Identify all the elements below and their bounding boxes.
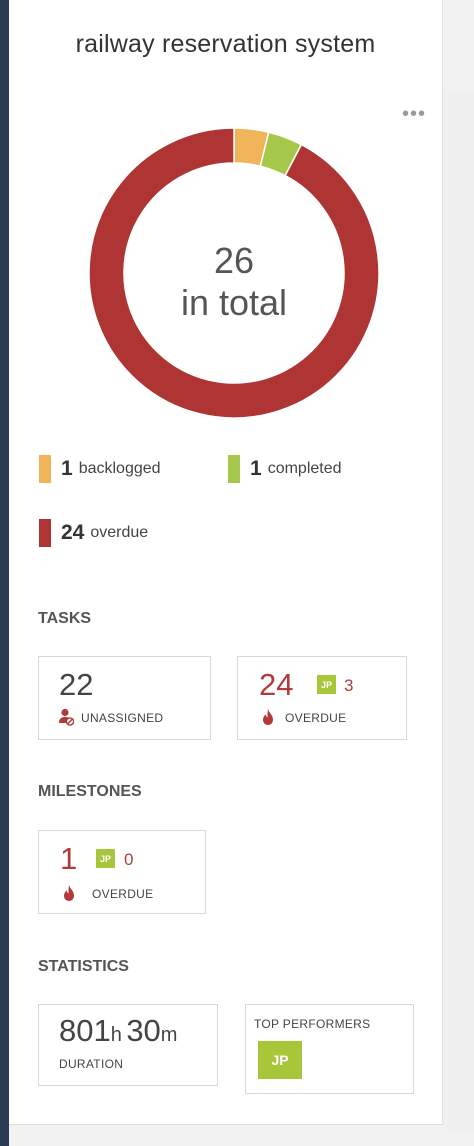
- overdue-milestones-tile[interactable]: 1 JP 0 OVERDUE: [38, 830, 206, 914]
- duration-minutes: 30: [126, 1013, 161, 1048]
- duration-label: DURATION: [59, 1057, 124, 1071]
- overdue-tasks-tile[interactable]: 24 JP 3 OVERDUE: [237, 656, 407, 740]
- total-count: 26: [213, 240, 255, 281]
- more-horizontal-icon[interactable]: •••: [402, 104, 430, 124]
- backlogged-swatch: [39, 455, 51, 483]
- milestones-heading: MILESTONES: [38, 783, 142, 800]
- backlogged-count: 1: [61, 457, 73, 480]
- overdue-milestones-label: OVERDUE: [92, 887, 154, 901]
- legend-backlogged[interactable]: 1 backlogged: [39, 455, 161, 483]
- unassigned-label: UNASSIGNED: [81, 711, 164, 725]
- donut-center: 26 in total: [89, 240, 379, 324]
- overdue-label: overdue: [90, 524, 149, 541]
- overdue-tasks-count: 24: [259, 667, 294, 702]
- duration-hours-unit: h: [110, 1024, 122, 1046]
- flame-icon: [263, 709, 273, 725]
- flame-icon: [64, 885, 74, 901]
- legend-completed[interactable]: 1 completed: [228, 455, 342, 483]
- top-performer-avatar[interactable]: JP: [258, 1041, 302, 1079]
- legend-overdue[interactable]: 24 overdue: [39, 519, 148, 547]
- accent-bar: [0, 0, 9, 1146]
- unassigned-count: 22: [59, 667, 94, 702]
- completed-swatch: [228, 455, 240, 483]
- duration-value: 801h 30m: [59, 1013, 177, 1049]
- completed-count: 1: [250, 457, 262, 480]
- top-performers-tile[interactable]: TOP PERFORMERS JP: [245, 1004, 414, 1094]
- tasks-heading: TASKS: [38, 610, 92, 627]
- overdue-swatch: [39, 519, 51, 547]
- overdue-milestones-count: 1: [60, 841, 78, 876]
- project-card: railway reservation system ••• 26 in tot…: [9, 0, 443, 1125]
- unassigned-tasks-tile[interactable]: 22 UNASSIGNED: [38, 656, 211, 740]
- duration-hours: 801: [59, 1013, 111, 1048]
- jp-overdue-milestone-count: 0: [124, 850, 134, 869]
- overdue-tasks-label: OVERDUE: [285, 711, 347, 725]
- jp-avatar[interactable]: JP: [317, 675, 336, 694]
- project-title[interactable]: railway reservation system: [9, 30, 442, 59]
- jp-avatar[interactable]: JP: [96, 849, 115, 868]
- top-performers-label: TOP PERFORMERS: [254, 1017, 371, 1031]
- duration-minutes-unit: m: [160, 1024, 178, 1046]
- backlogged-label: backlogged: [78, 460, 161, 477]
- user-blocked-icon: [59, 708, 74, 726]
- statistics-heading: STATISTICS: [38, 958, 129, 975]
- duration-tile[interactable]: 801h 30m DURATION: [38, 1004, 218, 1086]
- adjacent-panel: [443, 90, 474, 1130]
- total-caption: in total: [180, 282, 288, 323]
- overdue-count: 24: [61, 521, 85, 544]
- jp-overdue-task-count: 3: [344, 676, 354, 695]
- completed-label: completed: [267, 460, 342, 477]
